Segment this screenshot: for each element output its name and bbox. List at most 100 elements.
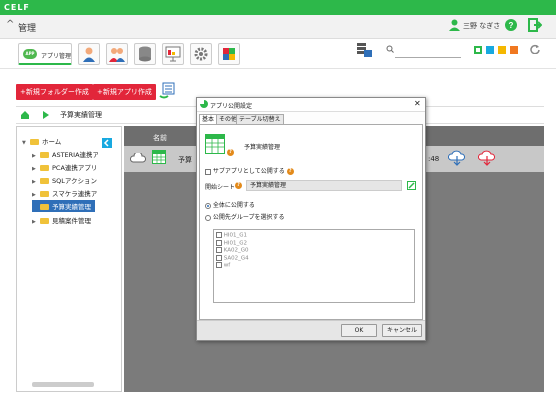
search-icon: [386, 45, 394, 55]
group-checkbox[interactable]: [216, 262, 222, 268]
expand-arrow-icon: ▶: [32, 153, 36, 159]
tree-item-selected[interactable]: 予算実績管理: [32, 200, 95, 212]
expand-arrow-icon: ▶: [32, 192, 36, 198]
radio-public-all-row[interactable]: 全体に公開する: [205, 200, 255, 209]
page-title: 管理: [18, 24, 37, 34]
folder-icon: [40, 178, 49, 184]
refresh-icon[interactable]: [530, 44, 540, 56]
color-swatch-blue[interactable]: [486, 46, 494, 54]
folder-icon: [40, 152, 49, 158]
new-app-button[interactable]: +新規アプリ作成: [93, 84, 156, 100]
list-item[interactable]: HI01_G2: [216, 239, 249, 248]
tree-item-label: 予算実績管理: [52, 203, 91, 211]
list-item[interactable]: HI01_G1: [216, 232, 249, 240]
sub-app-checkbox-row[interactable]: サブアプリとして公開する ?: [205, 166, 294, 175]
start-sheet-field[interactable]: 予算実績管理: [246, 180, 402, 191]
help-icon[interactable]: ?: [286, 168, 294, 175]
color-swatch-yellow[interactable]: [498, 46, 506, 54]
user-name[interactable]: 三野 なぎさ: [463, 21, 500, 31]
group-label: SA02_G4: [223, 255, 249, 261]
folder-icon: [40, 204, 49, 210]
group-checkbox[interactable]: [216, 232, 222, 238]
svg-text:?: ?: [509, 21, 514, 30]
tab-app-management-label: アプリ管理: [41, 53, 72, 60]
expand-arrow-icon: ▶: [32, 166, 36, 172]
tree-item[interactable]: ▶ 見積案件管理: [32, 215, 98, 225]
help-icon[interactable]: ?: [505, 19, 517, 33]
tree-item-label: 見積案件管理: [52, 217, 91, 225]
plugin-icon: [223, 48, 235, 60]
title-bar: [0, 0, 556, 15]
app-logo: CELF: [4, 3, 30, 12]
cloud-download-icon[interactable]: [477, 150, 496, 168]
expand-arrow-icon: ▼: [22, 140, 26, 146]
group-label: HI01_G1: [223, 232, 248, 239]
folder-icon: [40, 218, 49, 224]
folder-icon: [40, 191, 49, 197]
tree-item[interactable]: ▶ SQLアクション: [32, 175, 98, 185]
app-import-icon[interactable]: [158, 82, 176, 102]
list-item[interactable]: SA02_G4: [216, 254, 249, 263]
presentation-icon: [165, 46, 181, 62]
row-app-name[interactable]: 予算: [178, 155, 192, 165]
tab-settings[interactable]: [190, 43, 212, 65]
tab-groups[interactable]: [106, 43, 128, 65]
close-icon[interactable]: ✕: [414, 99, 421, 108]
tree-item[interactable]: ▶ スマケラ連携アプ: [32, 188, 98, 198]
cloud-upload-icon[interactable]: [447, 150, 466, 168]
group-checkbox[interactable]: [216, 247, 222, 253]
search-input[interactable]: [395, 44, 461, 58]
gear-icon: [194, 47, 208, 61]
color-swatch-green[interactable]: [474, 46, 482, 54]
column-name-header[interactable]: 名前: [153, 133, 167, 143]
group-items: HI01_G1 HI01_G2 KA02_G0 SA02_G4 wf: [216, 232, 249, 270]
radio-public-all-label: 全体に公開する: [212, 202, 255, 209]
tab-presentation[interactable]: [162, 43, 184, 65]
group-checkbox[interactable]: [216, 254, 222, 261]
group-checkbox[interactable]: [216, 239, 222, 246]
tab-users[interactable]: [78, 43, 100, 65]
home-icon[interactable]: [20, 110, 30, 122]
app-table-icon: [152, 150, 166, 166]
dialog-app-icon: [200, 100, 208, 110]
tree-item-label: スマケラ連携アプ: [52, 190, 98, 198]
sub-app-checkbox[interactable]: [205, 168, 211, 175]
radio-public-all[interactable]: [205, 202, 211, 209]
color-swatch-orange[interactable]: [510, 46, 518, 54]
tab-database[interactable]: [134, 43, 156, 65]
radio-select-group-label: 公開先グループを選択する: [212, 214, 285, 221]
tree-item[interactable]: ▶ PCA連携アプリ: [32, 162, 98, 172]
cancel-button[interactable]: キャンセル: [382, 324, 422, 337]
tab-plugins[interactable]: [218, 43, 240, 65]
tree-collapse-icon[interactable]: [102, 138, 112, 150]
collapse-chevron-icon[interactable]: ^: [6, 19, 14, 30]
dialog-app-name: 予算実績管理: [244, 144, 281, 151]
tree-item[interactable]: ▶ ASTERIA連携ア: [32, 149, 98, 159]
breadcrumb-arrow-icon: [42, 110, 50, 122]
tree-item-home[interactable]: ▼ ホーム: [22, 136, 100, 146]
edit-icon[interactable]: [407, 181, 416, 192]
tree-item-label: ASTERIA連携ア: [52, 151, 98, 159]
ok-button[interactable]: OK: [341, 324, 377, 337]
list-item[interactable]: KA02_G0: [216, 247, 249, 255]
breadcrumb-current[interactable]: 予算実績管理: [60, 110, 102, 120]
radio-select-group[interactable]: [205, 214, 211, 221]
group-icon: [109, 48, 125, 62]
server-icon[interactable]: [355, 42, 373, 60]
expand-arrow-icon: ▶: [32, 219, 36, 225]
group-label: HI01_G2: [223, 240, 248, 246]
list-item[interactable]: wf: [216, 262, 249, 270]
help-icon[interactable]: ?: [235, 181, 242, 189]
tab-app-management[interactable]: APP アプリ管理: [18, 43, 72, 65]
dialog-title: アプリ公開設定: [210, 103, 253, 110]
cloud-icon: [129, 151, 147, 165]
radio-select-group-row[interactable]: 公開先グループを選択する: [205, 212, 285, 221]
new-folder-button[interactable]: +新規フォルダー作成: [16, 84, 93, 100]
app-table-icon[interactable]: [205, 134, 225, 156]
row-updated-time: :48: [428, 155, 440, 163]
group-label: KA02_G0: [223, 247, 249, 254]
tree-scrollbar[interactable]: [32, 382, 94, 387]
app-icon-help[interactable]: ?: [227, 148, 234, 156]
expand-arrow-icon: ▶: [32, 179, 36, 185]
logout-icon[interactable]: [528, 18, 543, 34]
